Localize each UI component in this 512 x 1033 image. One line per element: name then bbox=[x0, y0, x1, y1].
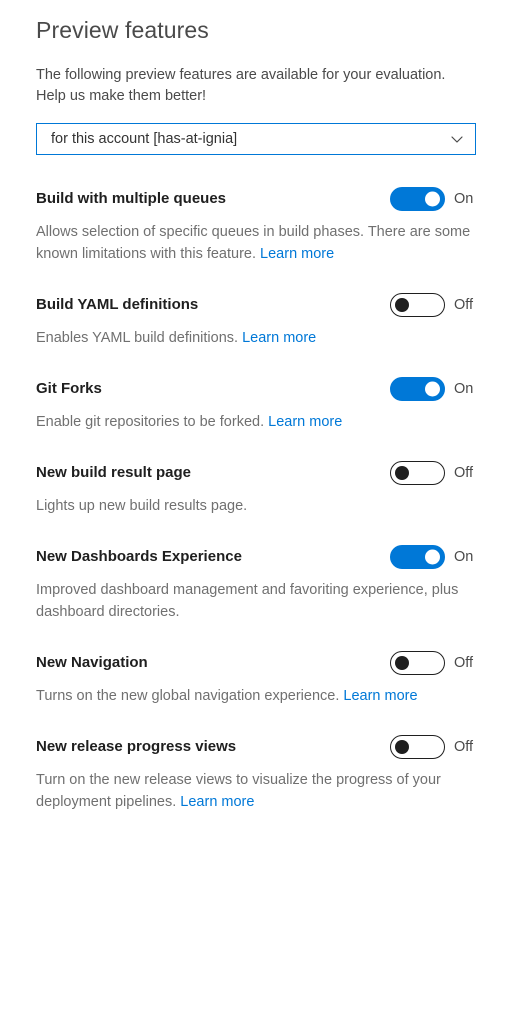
learn-more-link[interactable]: Learn more bbox=[268, 414, 342, 430]
feature-header: New Dashboards Experience On bbox=[36, 545, 476, 569]
feature-name: Build YAML definitions bbox=[36, 296, 199, 313]
feature-toggle-switch[interactable] bbox=[390, 735, 445, 759]
feature-header: Git Forks On bbox=[36, 377, 476, 401]
feature-description: Enables YAML build definitions. Learn mo… bbox=[36, 317, 476, 349]
learn-more-link[interactable]: Learn more bbox=[242, 330, 316, 346]
feature-description-text: Allows selection of specific queues in b… bbox=[36, 224, 471, 262]
toggle-state-label: Off bbox=[454, 739, 474, 755]
toggle-knob bbox=[425, 549, 440, 565]
page-title: Preview features bbox=[36, 17, 209, 43]
feature-description-text: Turns on the new global navigation exper… bbox=[36, 688, 340, 704]
feature-toggle-switch[interactable] bbox=[390, 651, 445, 675]
feature-name: Build with multiple queues bbox=[36, 190, 227, 207]
feature-row: New Navigation Off Turns on the new global… bbox=[36, 637, 476, 721]
feature-name: New build result page bbox=[36, 464, 192, 481]
feature-toggle-group: On bbox=[390, 545, 476, 569]
feature-row: New Dashboards Experience On Improved dash… bbox=[36, 531, 476, 637]
feature-description: Enable git repositories to be forked. Le… bbox=[36, 401, 476, 433]
feature-header: New build result page Off bbox=[36, 461, 476, 485]
feature-toggle-switch[interactable] bbox=[390, 293, 445, 317]
feature-toggle-group: Off bbox=[390, 735, 476, 759]
toggle-state-label: Off bbox=[454, 297, 474, 313]
feature-row: Build YAML definitions Off Enables YAML bu… bbox=[36, 279, 476, 363]
chevron-down-icon bbox=[449, 131, 465, 147]
toggle-state-label: Off bbox=[454, 655, 474, 671]
feature-row: Build with multiple queues On Allows selec… bbox=[36, 173, 476, 279]
feature-header: Build YAML definitions Off bbox=[36, 293, 476, 317]
feature-description-text: Lights up new build results page. bbox=[36, 498, 248, 514]
toggle-state-label: On bbox=[454, 381, 474, 397]
feature-toggle-switch[interactable] bbox=[390, 187, 445, 211]
feature-row: New release progress views Off Turn on the… bbox=[36, 721, 476, 827]
scope-dropdown-value: for this account [has-at-ignia] bbox=[51, 131, 238, 147]
toggle-knob bbox=[425, 191, 440, 207]
feature-description: Allows selection of specific queues in b… bbox=[36, 211, 476, 265]
feature-row: New build result page Off Lights up new bu… bbox=[36, 447, 476, 531]
feature-row: Git Forks On Enable git repositories to be… bbox=[36, 363, 476, 447]
feature-toggle-switch[interactable] bbox=[390, 545, 445, 569]
feature-name: Git Forks bbox=[36, 380, 102, 397]
feature-toggle-group: On bbox=[390, 377, 476, 401]
toggle-knob bbox=[395, 656, 409, 670]
feature-toggle-group: Off bbox=[390, 651, 476, 675]
feature-header: New release progress views Off bbox=[36, 735, 476, 759]
feature-toggle-group: Off bbox=[390, 461, 476, 485]
toggle-knob bbox=[425, 381, 440, 397]
toggle-state-label: On bbox=[454, 549, 474, 565]
toggle-knob bbox=[395, 740, 409, 754]
feature-name: New Navigation bbox=[36, 654, 148, 671]
feature-toggle-group: Off bbox=[390, 293, 476, 317]
scope-dropdown[interactable]: for this account [has-at-ignia] bbox=[36, 123, 476, 155]
feature-description-text: Improved dashboard management and favori… bbox=[36, 582, 459, 620]
feature-header: Build with multiple queues On bbox=[36, 187, 476, 211]
toggle-knob bbox=[395, 298, 409, 312]
preview-features-panel: Preview features The following preview f… bbox=[0, 0, 512, 1033]
feature-description: Turns on the new global navigation exper… bbox=[36, 675, 476, 707]
toggle-knob bbox=[395, 466, 409, 480]
feature-toggle-switch[interactable] bbox=[390, 377, 445, 401]
feature-description: Turn on the new release views to visuali… bbox=[36, 759, 476, 813]
feature-list: Build with multiple queues On Allows selec… bbox=[36, 173, 476, 827]
feature-description: Improved dashboard management and favori… bbox=[36, 569, 476, 623]
intro-text: The following preview features are avail… bbox=[36, 67, 446, 104]
learn-more-link[interactable]: Learn more bbox=[260, 246, 334, 262]
learn-more-link[interactable]: Learn more bbox=[343, 688, 417, 704]
feature-description-text: Enables YAML build definitions. bbox=[36, 330, 239, 346]
feature-header: New Navigation Off bbox=[36, 651, 476, 675]
toggle-state-label: Off bbox=[454, 465, 474, 481]
feature-toggle-switch[interactable] bbox=[390, 461, 445, 485]
feature-name: New Dashboards Experience bbox=[36, 548, 242, 565]
feature-description-text: Enable git repositories to be forked. bbox=[36, 414, 265, 430]
feature-toggle-group: On bbox=[390, 187, 476, 211]
learn-more-link[interactable]: Learn more bbox=[180, 794, 254, 810]
feature-description: Lights up new build results page. bbox=[36, 485, 476, 517]
feature-name: New release progress views bbox=[36, 738, 237, 755]
toggle-state-label: On bbox=[454, 191, 474, 207]
